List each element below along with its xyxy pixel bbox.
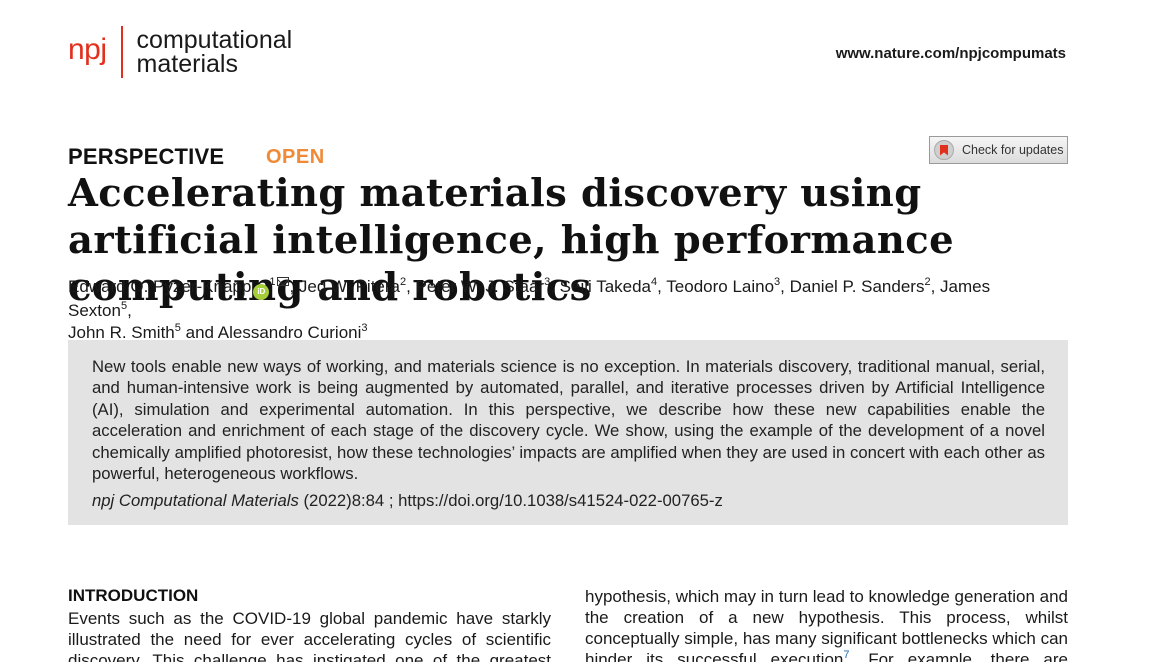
article-type: PERSPECTIVE bbox=[68, 144, 225, 169]
author-name[interactable]: Daniel P. Sanders bbox=[790, 277, 925, 296]
journal-logo[interactable]: npj computational materials bbox=[68, 26, 292, 78]
logo-mark: npj bbox=[68, 33, 107, 66]
logo-line-1: computational bbox=[136, 26, 293, 54]
author-separator: , bbox=[780, 277, 790, 296]
author-separator: , bbox=[289, 277, 299, 296]
author-separator: , bbox=[550, 277, 560, 296]
bookmark-icon bbox=[934, 140, 954, 160]
body-text-left-column: Events such as the COVID-19 global pande… bbox=[68, 609, 551, 662]
author-separator: , bbox=[930, 277, 941, 296]
citation-doi-link[interactable]: (2022)8:84 ; https://doi.org/10.1038/s41… bbox=[299, 491, 722, 510]
journal-name: npj Computational Materials bbox=[92, 491, 299, 511]
author-name[interactable]: Peter W. J. Staar bbox=[416, 277, 545, 296]
check-for-updates-button[interactable]: Check for updates bbox=[929, 136, 1068, 164]
author-separator: , bbox=[406, 277, 416, 296]
author-separator: , bbox=[127, 301, 132, 320]
author-name[interactable]: Teodoro Laino bbox=[666, 277, 774, 296]
orcid-icon[interactable]: iD bbox=[253, 284, 270, 300]
journal-url-link[interactable]: www.nature.com/npjcompumats bbox=[836, 45, 1066, 62]
author-name[interactable]: Jed W. Pitera bbox=[299, 277, 400, 296]
author-separator: , bbox=[657, 277, 667, 296]
affiliation-mark: 1 bbox=[269, 276, 276, 288]
section-heading: INTRODUCTION bbox=[68, 586, 199, 605]
citation-line: npj Computational Materials (2022)8:84 ;… bbox=[92, 491, 1045, 511]
author-name[interactable]: Seiji Takeda bbox=[560, 277, 651, 296]
open-access-badge: OPEN bbox=[266, 146, 325, 168]
email-icon[interactable] bbox=[277, 277, 290, 286]
affiliation-mark: 3 bbox=[361, 322, 368, 334]
author-list: Edward O. Pyzer-Knapp iD1, Jed W. Pitera2… bbox=[68, 276, 1058, 344]
abstract-text: New tools enable new ways of working, an… bbox=[92, 357, 1045, 484]
logo-journal-name: computational materials bbox=[136, 26, 293, 78]
logo-divider bbox=[120, 26, 123, 78]
logo-line-2: materials bbox=[136, 50, 238, 78]
body-text-right-column: hypothesis, which may in turn lead to kn… bbox=[585, 586, 1068, 662]
check-for-updates-label: Check for updates bbox=[962, 143, 1064, 157]
abstract-box: New tools enable new ways of working, an… bbox=[68, 340, 1068, 525]
author-name[interactable]: Edward O. Pyzer-Knapp bbox=[68, 277, 251, 296]
